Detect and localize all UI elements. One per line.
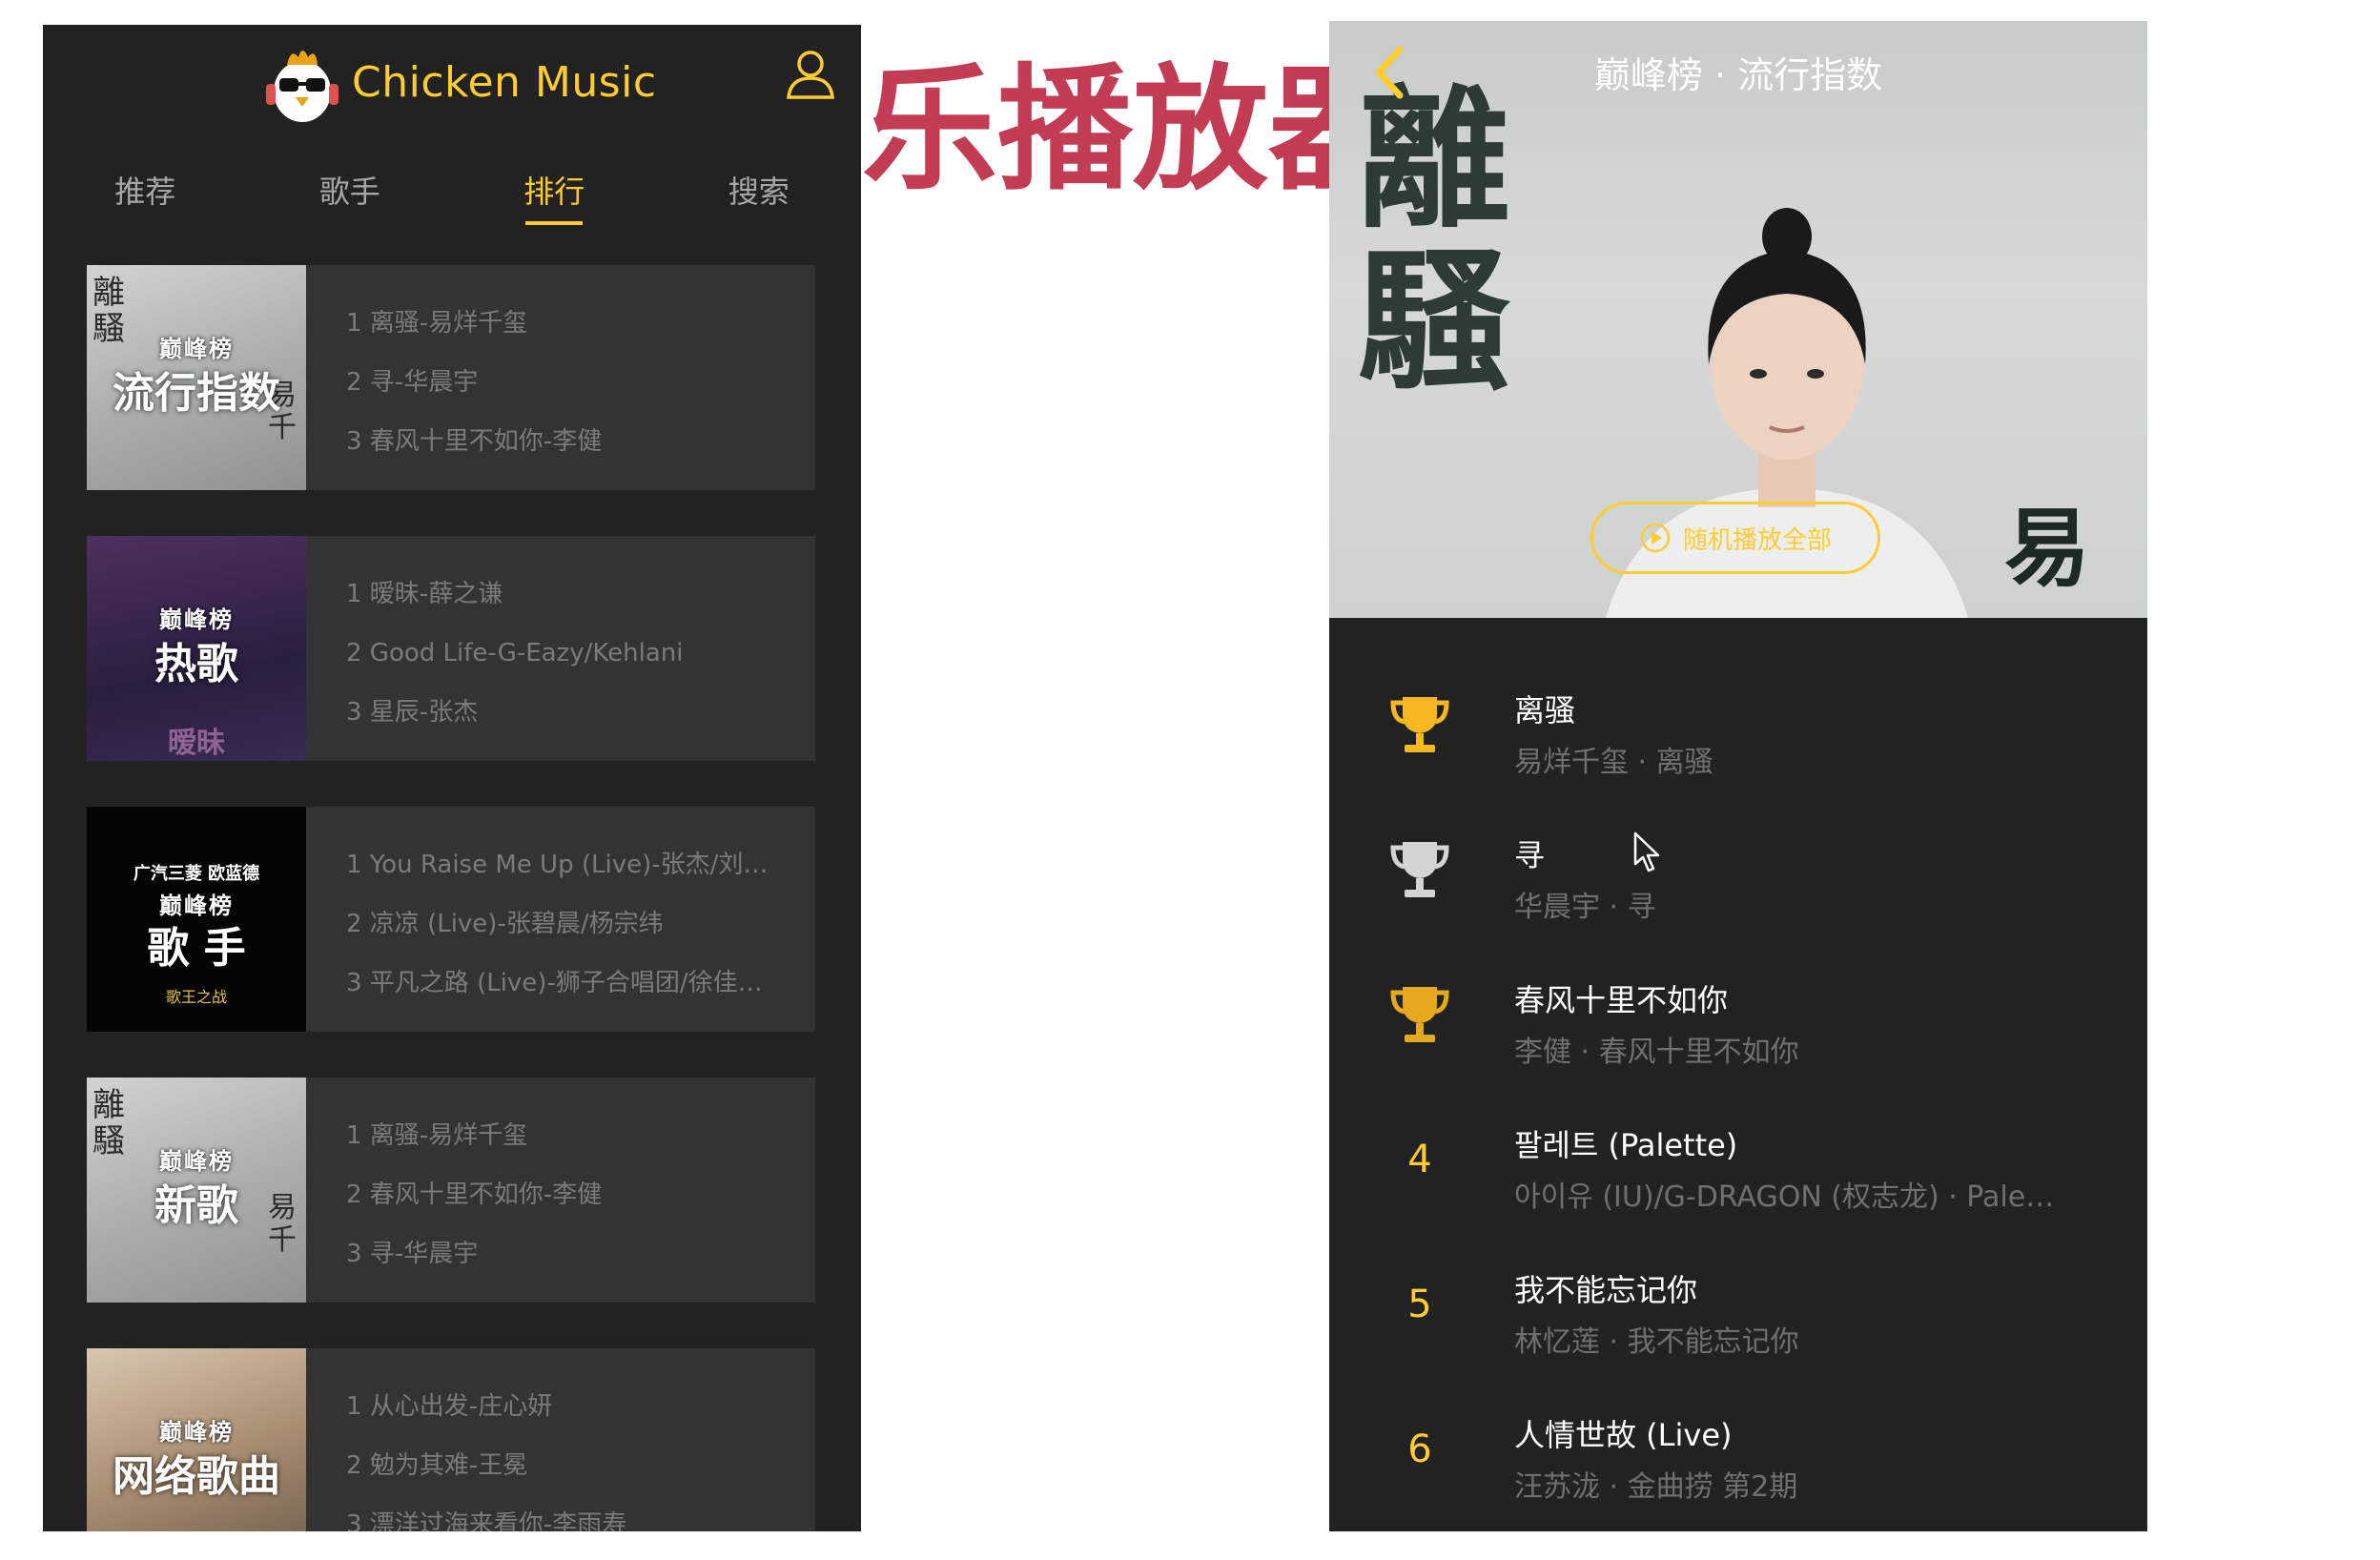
overlay-title: 乐播放器 [862, 51, 1329, 209]
user-icon[interactable] [783, 46, 838, 101]
rank-item-pop[interactable]: 離騷 易千 巅峰榜 流行指数 1 离骚-易烊千玺 2 寻-华晨宇 3 春风十里不… [87, 265, 815, 490]
song-item[interactable]: 4 팔레트 (Palette) 아이유 (IU)/G-DRAGON (权志龙) … [1329, 1104, 2147, 1249]
rank-song: 1 离骚-易烊千玺 [346, 309, 528, 338]
play-all-label: 随机播放全部 [1682, 525, 1832, 555]
rank-number: 4 [1407, 1138, 1432, 1181]
song-list: 离骚 易烊千玺 · 离骚 寻 华晨宇 · 寻 春风十里不如你 李健 · 春风十里… [1329, 669, 2147, 1531]
rank-song-list: 1 离骚-易烊千玺 2 春风十里不如你-李健 3 寻-华晨宇 [306, 1078, 813, 1303]
cover-sponsor: 广汽三菱 欧蓝德 [133, 864, 260, 884]
song-desc: 汪苏泷 · 金曲捞 第2期 [1514, 1470, 1798, 1504]
play-icon [1640, 523, 1671, 553]
rank-number: 5 [1407, 1283, 1432, 1326]
rank-cover-image: 巅峰榜 热歌 暧昧 [87, 536, 306, 761]
rank-cover-image: 广汽三菱 欧蓝德 巅峰榜 歌 手 歌王之战 [87, 807, 306, 1032]
rank-item-singer[interactable]: 广汽三菱 欧蓝德 巅峰榜 歌 手 歌王之战 1 You Raise Me Up … [87, 807, 815, 1032]
rank-cover-image: 離騷 易千 巅峰榜 新歌 [87, 1078, 306, 1303]
rank-trophy [1386, 687, 1453, 763]
hero-calligraphy: 易 [2004, 498, 2090, 599]
rank-item-hot[interactable]: 巅峰榜 热歌 暧昧 1 暧昧-薛之谦 2 Good Life-G-Eazy/Ke… [87, 536, 815, 761]
rank-item-new[interactable]: 離騷 易千 巅峰榜 新歌 1 离骚-易烊千玺 2 春风十里不如你-李健 3 寻-… [87, 1078, 815, 1303]
song-desc: 易烊千玺 · 离骚 [1514, 746, 1713, 779]
rank-trophy [1386, 976, 1453, 1053]
song-name: 寻 [1514, 837, 1546, 873]
cover-decoration: 暧昧 [168, 727, 225, 760]
rank-song: 1 You Raise Me Up (Live)-张杰/刘… [346, 851, 769, 879]
rank-cover-image: 離騷 易千 巅峰榜 流行指数 [87, 265, 306, 490]
rank-song: 2 寻-华晨宇 [346, 368, 479, 397]
bronze-trophy-icon [1390, 987, 1449, 1042]
app-title: Chicken Music [352, 57, 657, 107]
song-item[interactable]: 离骚 易烊千玺 · 离骚 [1329, 669, 2147, 814]
rank-item-net[interactable]: 巅峰榜 网络歌曲 1 从心出发-庄心妍 2 勉为其难-王冕 3 漂洋过海来看你-… [87, 1348, 815, 1531]
song-desc: 华晨宇 · 寻 [1514, 891, 1656, 924]
song-name: 人情世故 (Live) [1514, 1417, 1733, 1453]
rank-song: 2 凉凉 (Live)-张碧晨/杨宗纬 [346, 910, 664, 938]
random-play-all-button[interactable]: 随机播放全部 [1590, 502, 1880, 574]
song-name: 离骚 [1514, 692, 1576, 729]
chicken-logo-icon [266, 51, 339, 122]
rank-song: 1 暧昧-薛之谦 [346, 580, 503, 608]
song-name: 팔레트 (Palette) [1514, 1127, 1738, 1163]
rank-song: 2 春风十里不如你-李健 [346, 1180, 603, 1209]
gold-trophy-icon [1390, 697, 1449, 752]
cover-name: 歌 手 [147, 924, 246, 973]
detail-title: 巅峰榜 · 流行指数 [1593, 54, 1883, 96]
tab-search[interactable]: 搜索 [657, 147, 862, 233]
tab-bar: 推荐 歌手 排行 搜索 [43, 147, 861, 233]
logo: Chicken Music [264, 34, 657, 130]
song-name: 我不能忘记你 [1514, 1272, 1698, 1308]
hero-banner: 離騷 易 巅峰榜 · 流行指数 随机播放全部 [1329, 21, 2147, 618]
mouse-cursor-icon [1633, 831, 1660, 872]
rank-song: 3 春风十里不如你-李健 [346, 427, 603, 456]
song-item[interactable]: 春风十里不如你 李健 · 春风十里不如你 [1329, 959, 2147, 1104]
song-item[interactable]: 5 我不能忘记你 林忆莲 · 我不能忘记你 [1329, 1249, 2147, 1394]
rank-song-list: 1 离骚-易烊千玺 2 寻-华晨宇 3 春风十里不如你-李健 [306, 265, 813, 490]
rank-number: 6 [1407, 1427, 1432, 1471]
tab-rank[interactable]: 排行 [452, 147, 657, 233]
song-item[interactable]: 6 人情世故 (Live) 汪苏泷 · 金曲捞 第2期 [1329, 1394, 2147, 1531]
rank-song-list: 1 You Raise Me Up (Live)-张杰/刘… 2 凉凉 (Liv… [306, 807, 813, 1032]
rank-song: 2 Good Life-G-Eazy/Kehlani [346, 639, 684, 667]
hero-calligraphy: 離騷 [1358, 70, 1511, 411]
song-item[interactable]: 寻 华晨宇 · 寻 [1329, 814, 2147, 959]
cover-name: 流行指数 [113, 369, 280, 418]
rank-song: 3 寻-华晨宇 [346, 1240, 479, 1268]
cover-name: 热歌 [154, 640, 238, 688]
rank-song: 2 勉为其难-王冕 [346, 1451, 528, 1480]
rank-song: 3 星辰-张杰 [346, 698, 479, 727]
rank-list: 離騷 易千 巅峰榜 流行指数 1 离骚-易烊千玺 2 寻-华晨宇 3 春风十里不… [87, 265, 815, 1531]
rank-detail-page: 離騷 易 巅峰榜 · 流行指数 随机播放全部 离骚 易烊千玺 · 离骚 寻 华晨… [1329, 21, 2147, 1531]
song-desc: 李健 · 春风十里不如你 [1514, 1036, 1799, 1069]
song-name: 春风十里不如你 [1514, 982, 1729, 1018]
rank-song-list: 1 暧昧-薛之谦 2 Good Life-G-Eazy/Kehlani 3 星辰… [306, 536, 813, 761]
song-desc: 아이유 (IU)/G-DRAGON (权志龙) · Pale… [1514, 1180, 2055, 1214]
cover-subtitle: 歌王之战 [165, 988, 227, 1006]
rank-song: 1 离骚-易烊千玺 [346, 1121, 528, 1150]
cover-name: 新歌 [154, 1181, 238, 1230]
cover-name: 网络歌曲 [113, 1452, 280, 1501]
app-header: Chicken Music [43, 25, 861, 139]
rank-song: 3 漂洋过海来看你-李雨寿 [346, 1510, 627, 1531]
rank-song-list: 1 从心出发-庄心妍 2 勉为其难-王冕 3 漂洋过海来看你-李雨寿 [306, 1348, 813, 1531]
rank-song: 3 平凡之路 (Live)-狮子合唱团/徐佳… [346, 969, 763, 997]
rank-page: Chicken Music 推荐 歌手 排行 搜索 離騷 易千 巅峰榜 流行指数… [43, 25, 861, 1531]
silver-trophy-icon [1390, 842, 1449, 897]
rank-trophy [1386, 831, 1453, 908]
rank-song: 1 从心出发-庄心妍 [346, 1392, 553, 1421]
tab-recommend[interactable]: 推荐 [43, 147, 248, 233]
tab-singer[interactable]: 歌手 [248, 147, 453, 233]
rank-cover-image: 巅峰榜 网络歌曲 [87, 1348, 306, 1531]
song-desc: 林忆莲 · 我不能忘记你 [1514, 1325, 1799, 1359]
